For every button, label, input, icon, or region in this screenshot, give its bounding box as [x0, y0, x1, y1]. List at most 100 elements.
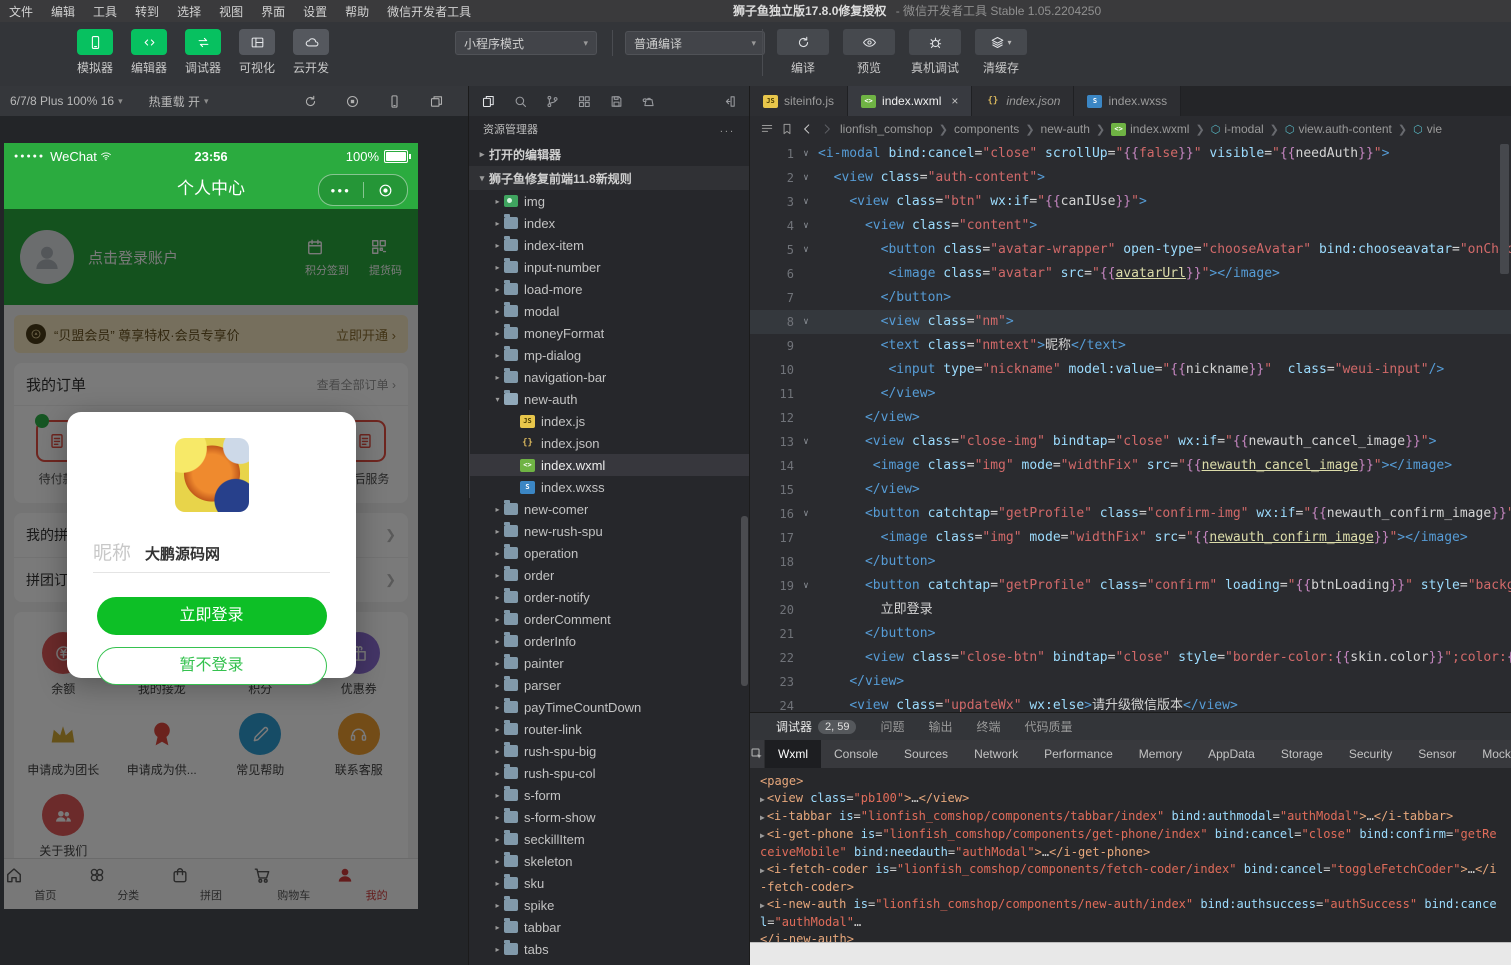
tree-item[interactable]: <>index.wxml	[469, 454, 749, 476]
tree-item[interactable]: ▸new-rush-spu	[469, 520, 749, 542]
extensions-icon[interactable]	[577, 94, 592, 109]
tree-item[interactable]: ▸spike	[469, 894, 749, 916]
wxml-node[interactable]: ▶<view class="pb100">…</view>	[760, 790, 1501, 808]
files-icon[interactable]	[481, 94, 496, 109]
devtools-tab-mock[interactable]: Mock	[1469, 740, 1511, 768]
wechat-capsule[interactable]: ●●●	[318, 174, 408, 206]
devtools-tab-memory[interactable]: Memory	[1126, 740, 1195, 768]
expand-arrow-icon[interactable]: ▶	[760, 795, 765, 804]
devtools-tab-performance[interactable]: Performance	[1031, 740, 1126, 768]
panel-toggle-button[interactable]: 模拟器	[72, 29, 118, 86]
fold-arrow-icon[interactable]: ∨	[794, 142, 818, 166]
kettle-icon[interactable]	[641, 94, 656, 109]
search-icon[interactable]	[513, 94, 528, 109]
outline-icon[interactable]	[760, 122, 774, 136]
editor-tab[interactable]: <>index.wxml×	[848, 86, 972, 116]
avatar-image[interactable]	[175, 438, 249, 512]
wxml-node[interactable]: ▶<i-get-phone is="lionfish_comshop/compo…	[760, 826, 1501, 861]
more-actions-icon[interactable]: ...	[720, 123, 735, 135]
tree-item[interactable]: ▸input-number	[469, 256, 749, 278]
branch-icon[interactable]	[545, 94, 560, 109]
fold-arrow-icon[interactable]: ∨	[794, 214, 818, 238]
target-close-icon[interactable]	[364, 182, 408, 199]
breadcrumb-item[interactable]: components	[954, 122, 1019, 136]
wxml-inspector[interactable]: <page>▶<view class="pb100">…</view>▶<i-t…	[750, 768, 1511, 942]
nickname-input[interactable]: 大鹏源码网	[145, 543, 220, 564]
fold-arrow-icon[interactable]: ∨	[794, 430, 818, 454]
breadcrumb-item[interactable]: ⬡i-modal	[1211, 122, 1264, 136]
tree-item[interactable]: ▸painter	[469, 652, 749, 674]
device-icon[interactable]	[387, 94, 402, 109]
fold-arrow-icon[interactable]: ∨	[794, 574, 818, 598]
menu-item[interactable]: 界面	[252, 5, 294, 19]
devtools-tab-sensor[interactable]: Sensor	[1405, 740, 1469, 768]
toolbar-action-button[interactable]: 真机调试	[909, 29, 961, 76]
tree-item[interactable]: ▸index-item	[469, 234, 749, 256]
tree-item[interactable]: ▸moneyFormat	[469, 322, 749, 344]
tree-item[interactable]: ▸modal	[469, 300, 749, 322]
debugger-tab[interactable]: 调试器2, 59	[776, 718, 856, 735]
debugger-tab[interactable]: 代码质量	[1025, 718, 1073, 735]
explorer-section[interactable]: ▸打开的编辑器	[469, 142, 749, 166]
bookmark-icon[interactable]	[780, 122, 794, 136]
wxml-node[interactable]: </i-new-auth>	[760, 931, 1501, 942]
tree-item[interactable]: ▸tabs	[469, 938, 749, 960]
breadcrumb-item[interactable]: lionfish_comshop	[840, 122, 933, 136]
tree-item[interactable]: ▸new-comer	[469, 498, 749, 520]
fold-arrow-icon[interactable]: ∨	[794, 502, 818, 526]
menu-item[interactable]: 微信开发者工具	[378, 5, 480, 19]
tree-item[interactable]: ▸load-more	[469, 278, 749, 300]
expand-arrow-icon[interactable]: ▶	[760, 901, 765, 910]
fold-arrow-icon[interactable]: ∨	[794, 190, 818, 214]
wxml-node[interactable]: ▶<i-fetch-coder is="lionfish_comshop/com…	[760, 861, 1501, 896]
menu-item[interactable]: 帮助	[336, 5, 378, 19]
close-icon[interactable]: ×	[951, 94, 958, 108]
tree-item[interactable]: ▸payTimeCountDown	[469, 696, 749, 718]
wxml-node[interactable]: ▶<i-new-auth is="lionfish_comshop/compon…	[760, 896, 1501, 931]
devtools-tab-appdata[interactable]: AppData	[1195, 740, 1268, 768]
tree-item[interactable]: ▸parser	[469, 674, 749, 696]
expand-arrow-icon[interactable]: ▶	[760, 866, 765, 875]
breadcrumb-item[interactable]: <>index.wxml	[1111, 122, 1189, 136]
devtools-tab-console[interactable]: Console	[821, 740, 891, 768]
tree-item[interactable]: ▸operation	[469, 542, 749, 564]
editor-tab[interactable]: Sindex.wxss	[1074, 86, 1181, 116]
collapse-panel-icon[interactable]	[722, 94, 737, 109]
save-icon[interactable]	[609, 94, 624, 109]
login-button[interactable]: 立即登录	[97, 597, 327, 635]
menu-item[interactable]: 选择	[168, 5, 210, 19]
menu-item[interactable]: 编辑	[42, 5, 84, 19]
breadcrumb-item[interactable]: ⬡vie	[1413, 122, 1442, 136]
hot-reload-toggle[interactable]: 热重载 开▾	[149, 93, 209, 110]
tree-item[interactable]: ▸sku	[469, 872, 749, 894]
device-selector[interactable]: 6/7/8 Plus 100% 16▾	[10, 94, 123, 108]
devtools-tab-network[interactable]: Network	[961, 740, 1031, 768]
tree-item[interactable]: JSindex.js	[469, 410, 749, 432]
toolbar-action-button[interactable]: 编译	[777, 29, 829, 76]
explorer-scrollbar[interactable]	[741, 516, 748, 686]
wxml-node[interactable]: <page>	[760, 773, 1501, 790]
editor-tab[interactable]: JSsiteinfo.js	[750, 86, 848, 116]
toolbar-action-button[interactable]: ▾清缓存	[975, 29, 1027, 76]
tree-item[interactable]: ▸navigation-bar	[469, 366, 749, 388]
more-icon[interactable]: ●●●	[319, 186, 363, 195]
panel-toggle-button[interactable]: 调试器	[180, 29, 226, 86]
record-icon[interactable]	[345, 94, 360, 109]
fold-arrow-icon[interactable]: ∨	[794, 238, 818, 262]
menu-item[interactable]: 文件	[0, 5, 42, 19]
devtools-tab-storage[interactable]: Storage	[1268, 740, 1336, 768]
breadcrumb-item[interactable]: new-auth	[1041, 122, 1090, 136]
devtools-tab-wxml[interactable]: Wxml	[765, 740, 821, 768]
tree-item[interactable]: ▸s-form-show	[469, 806, 749, 828]
wxml-node[interactable]: ▶<i-tabbar is="lionfish_comshop/componen…	[760, 808, 1501, 826]
editor-scrollbar[interactable]	[1500, 144, 1509, 274]
tree-item[interactable]: ▸mp-dialog	[469, 344, 749, 366]
fold-arrow-icon[interactable]: ∨	[794, 166, 818, 190]
tree-item[interactable]: ▸img	[469, 190, 749, 212]
menu-item[interactable]: 转到	[126, 5, 168, 19]
debugger-tab[interactable]: 终端	[977, 718, 1001, 735]
debugger-tab[interactable]: 问题	[880, 718, 904, 735]
toolbar-action-button[interactable]: 预览	[843, 29, 895, 76]
tree-item[interactable]: ▸order	[469, 564, 749, 586]
tree-item[interactable]: ▸s-form	[469, 784, 749, 806]
